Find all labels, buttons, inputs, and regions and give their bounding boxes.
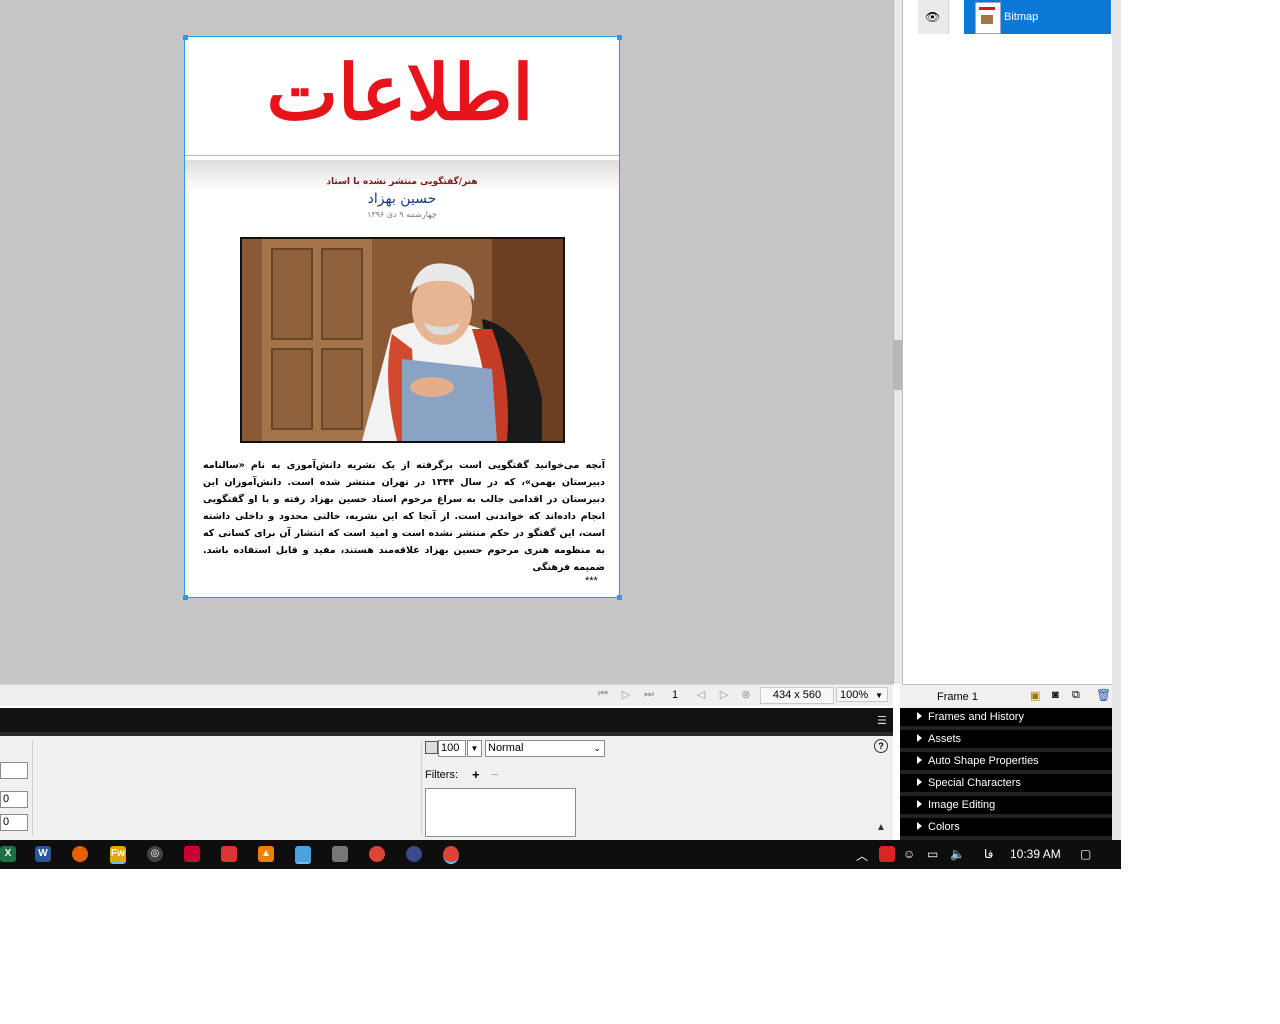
- add-mask-icon[interactable]: ◙: [1052, 689, 1059, 701]
- expand-icon: [917, 800, 922, 808]
- next-frame-icon[interactable]: ▷: [716, 688, 732, 702]
- expand-icon: [917, 734, 922, 742]
- current-frame-number: 1: [671, 689, 679, 701]
- panel-tab-auto-shape[interactable]: Auto Shape Properties: [900, 752, 1121, 774]
- previous-frame-icon[interactable]: ◁: [693, 688, 709, 702]
- collapse-panel-icon[interactable]: ▲: [876, 822, 886, 833]
- eye-icon: 👁: [925, 10, 941, 24]
- clock[interactable]: 10:39 AM: [1010, 847, 1061, 861]
- panel-tab-special-characters[interactable]: Special Characters: [900, 774, 1121, 796]
- media-icon[interactable]: ◎: [147, 846, 163, 862]
- panel-tab-assets[interactable]: Assets: [900, 730, 1121, 752]
- article-body: آنچه می‌خوانید گفتگویی است برگرفته از یک…: [203, 460, 605, 573]
- masthead-text: اطلاعات: [266, 48, 533, 137]
- help-icon[interactable]: ?: [874, 739, 888, 753]
- last-frame-icon[interactable]: ⏭: [641, 688, 657, 702]
- selection-handle-top-right[interactable]: [617, 35, 622, 40]
- frame-label: Frame 1: [937, 691, 978, 703]
- article-headline: حسین بهزاد: [367, 191, 437, 207]
- panel-tab-frames-history[interactable]: Frames and History: [900, 708, 1121, 730]
- blend-mode-select[interactable]: Normal ⌄: [485, 740, 605, 757]
- filters-list[interactable]: [425, 788, 576, 837]
- opacity-dropdown-icon[interactable]: ▼: [467, 740, 482, 757]
- selection-handle-bottom-left[interactable]: [183, 595, 188, 600]
- zoom-select[interactable]: 100% ▼: [836, 687, 888, 702]
- panel-tab-image-editing[interactable]: Image Editing: [900, 796, 1121, 818]
- panel-menu-icon[interactable]: ☰: [877, 714, 889, 727]
- zoom-value: 100%: [840, 689, 869, 701]
- chrome-icon[interactable]: [369, 846, 385, 862]
- paint-palette-icon[interactable]: [332, 846, 348, 862]
- opacity-field[interactable]: 100: [438, 740, 466, 757]
- blend-mode-value: Normal: [488, 742, 524, 754]
- selection-handle-top-left[interactable]: [183, 35, 188, 40]
- tray-chevron-up-icon[interactable]: ︿: [856, 847, 868, 864]
- y-field[interactable]: 0: [0, 814, 28, 831]
- x-field[interactable]: 0: [0, 791, 28, 808]
- document-statusbar: ⏮ ▷ ⏭ 1 ◁ ▷ ⊗ 434 x 560 100% ▼: [0, 684, 893, 706]
- bitmap-document[interactable]: اطلاعات هنر/گفتگویی منتشر نشده با استاد …: [184, 36, 620, 598]
- layer-thumbnail: [975, 2, 1001, 34]
- language-indicator[interactable]: فا: [984, 847, 993, 861]
- selection-handle-bottom-right[interactable]: [617, 595, 622, 600]
- new-folder-icon[interactable]: ▣: [1030, 689, 1040, 702]
- scrollbar-grip[interactable]: [893, 340, 902, 390]
- taskbar: X W Fw ◎ ▲ ︿ ☺ ▭ 🔈 فا 10:39 AM ▢: [0, 840, 1121, 869]
- antivirus-icon[interactable]: [879, 846, 895, 862]
- network-icon[interactable]: ▭: [927, 847, 938, 861]
- article-kicker: هنر/گفتگویی منتشر نشده با استاد: [326, 177, 478, 187]
- expand-icon: [917, 756, 922, 764]
- play-icon[interactable]: ▷: [618, 688, 634, 702]
- expand-icon: [917, 712, 922, 720]
- properties-header: ☰: [0, 708, 893, 736]
- stop-icon[interactable]: ⊗: [738, 688, 754, 702]
- masthead-logo: اطلاعات: [185, 37, 619, 157]
- notifications-icon[interactable]: ▢: [1080, 847, 1091, 861]
- chevron-down-icon: ⌄: [593, 743, 601, 753]
- expand-icon: [917, 778, 922, 786]
- filters-label: Filters:: [425, 769, 458, 781]
- vpn-icon[interactable]: [406, 846, 422, 862]
- paint-icon[interactable]: [184, 846, 200, 862]
- trash-icon[interactable]: 🗑: [1096, 688, 1111, 702]
- add-filter-icon[interactable]: +: [472, 767, 480, 782]
- layers-panel: [902, 0, 1114, 685]
- firefox-icon[interactable]: [72, 846, 88, 862]
- article-stars: ***: [585, 575, 598, 587]
- frames-bar: Frame 1 ▣ ◙ ⧉ 🗑: [900, 685, 1121, 708]
- opacity-icon: [425, 741, 438, 754]
- notepad-icon[interactable]: [295, 846, 311, 864]
- tray-app-icon[interactable]: ☺: [903, 847, 915, 861]
- app-icon[interactable]: [221, 846, 237, 862]
- remove-filter-icon[interactable]: −: [491, 767, 499, 782]
- layer-name: Bitmap: [1004, 11, 1039, 23]
- chrome-icon[interactable]: [443, 846, 459, 864]
- vlc-icon[interactable]: ▲: [258, 846, 274, 862]
- portrait-photo: [240, 237, 565, 443]
- first-frame-icon[interactable]: ⏮: [595, 688, 611, 702]
- layer-visibility-toggle[interactable]: 👁: [918, 0, 949, 34]
- excel-icon[interactable]: X: [0, 846, 16, 862]
- width-field[interactable]: [0, 762, 28, 779]
- fireworks-icon[interactable]: Fw: [110, 846, 126, 864]
- chevron-down-icon: ▼: [875, 691, 883, 700]
- document-size[interactable]: 434 x 560: [760, 687, 834, 704]
- article-date: چهارشنبه ۹ دی ۱۳۹۶: [367, 210, 437, 219]
- panel-tab-colors[interactable]: Colors: [900, 818, 1121, 840]
- divider: [32, 740, 33, 836]
- volume-icon[interactable]: 🔈: [950, 847, 965, 861]
- divider: [421, 740, 422, 836]
- properties-panel: 0 0 100 ▼ Normal ⌄ Filters: + − ? ▲: [0, 736, 893, 840]
- new-layer-icon[interactable]: ⧉: [1072, 689, 1080, 702]
- window-right-edge: [1112, 0, 1121, 840]
- word-icon[interactable]: W: [35, 846, 51, 862]
- expand-icon: [917, 822, 922, 830]
